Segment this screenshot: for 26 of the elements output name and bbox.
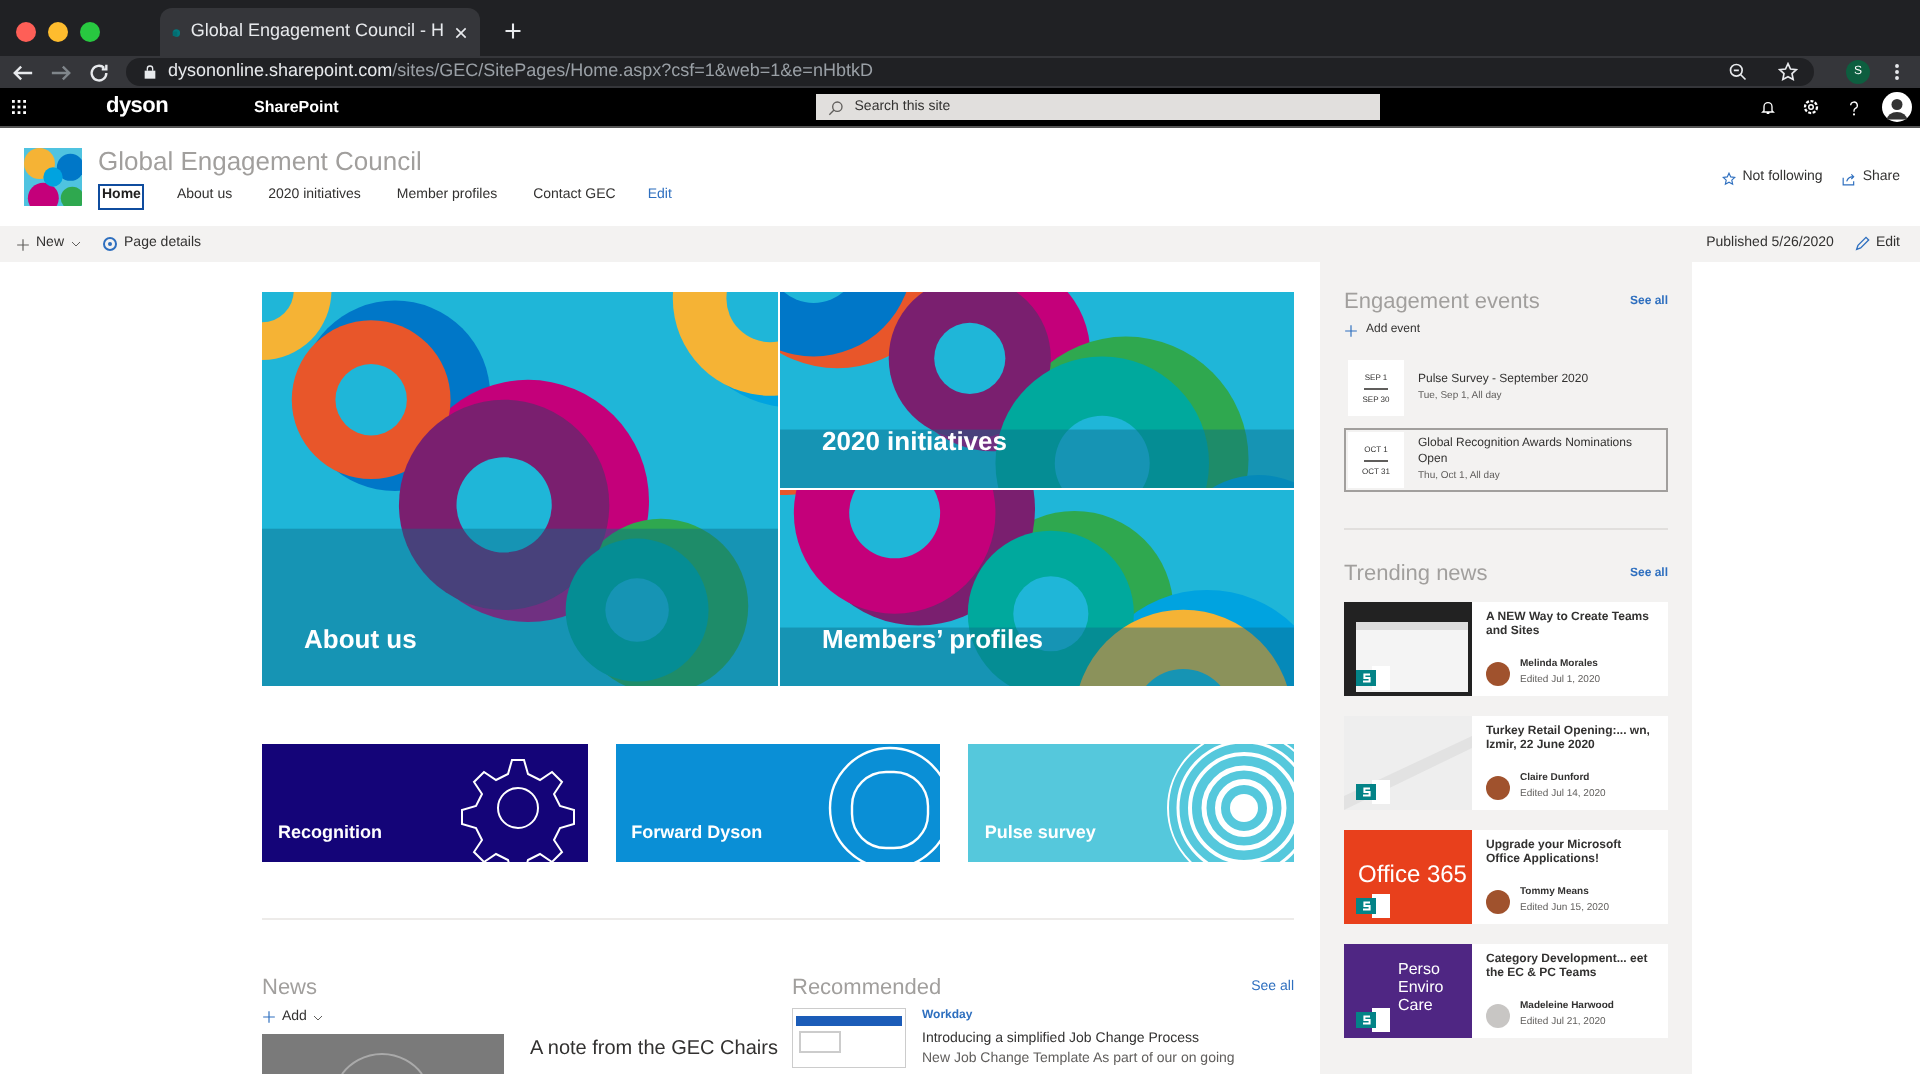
url-text: dysononline.sharepoint.com/sites/GEC/SitePages/Home.aspx?csf=1&web=1&e=nHbtkD — [168, 58, 873, 85]
hero-title: 2020 initiatives — [822, 423, 1007, 459]
quick-link-title: Recognition — [278, 820, 382, 847]
hero-tile[interactable]: About us — [262, 292, 778, 686]
brand-logo[interactable]: dyson — [106, 90, 169, 124]
browser-tab[interactable]: Global Engagement Council - H — [160, 8, 480, 56]
address-bar[interactable]: dysononline.sharepoint.com/sites/GEC/SitePages/Home.aspx?csf=1&web=1&e=nHbtkD — [126, 58, 1814, 86]
section-heading: Engagement events — [1344, 290, 1540, 316]
hero-title: Members’ profiles — [822, 621, 1044, 658]
thumbnail-text: Perso — [1398, 960, 1442, 978]
section-heading: Trending news — [1344, 562, 1488, 588]
quick-link-title: Forward Dyson — [631, 820, 763, 847]
hero-tile[interactable]: 2020 initiatives — [780, 292, 1294, 488]
section-heading: News — [262, 975, 320, 1001]
hero-title: About us — [304, 621, 417, 657]
quick-link-tile[interactable]: Recognition — [262, 744, 588, 862]
hero-tile[interactable]: Members’ profiles — [780, 490, 1294, 686]
tab-title: Global Engagement Council - H — [190, 18, 444, 45]
thumbnail-text: Care — [1398, 996, 1435, 1014]
app-name[interactable]: SharePoint — [254, 95, 339, 119]
news-article-title[interactable]: A note from the GEC Chairs — [530, 1034, 778, 1074]
section-heading: Recommended — [792, 975, 942, 1001]
thumbnail-text: Enviro — [1398, 978, 1444, 996]
quick-link-tile[interactable]: Forward Dyson — [615, 744, 941, 862]
thumbnail-text: Office 365 — [1358, 858, 1467, 892]
quick-link-title: Pulse survey — [984, 820, 1096, 847]
